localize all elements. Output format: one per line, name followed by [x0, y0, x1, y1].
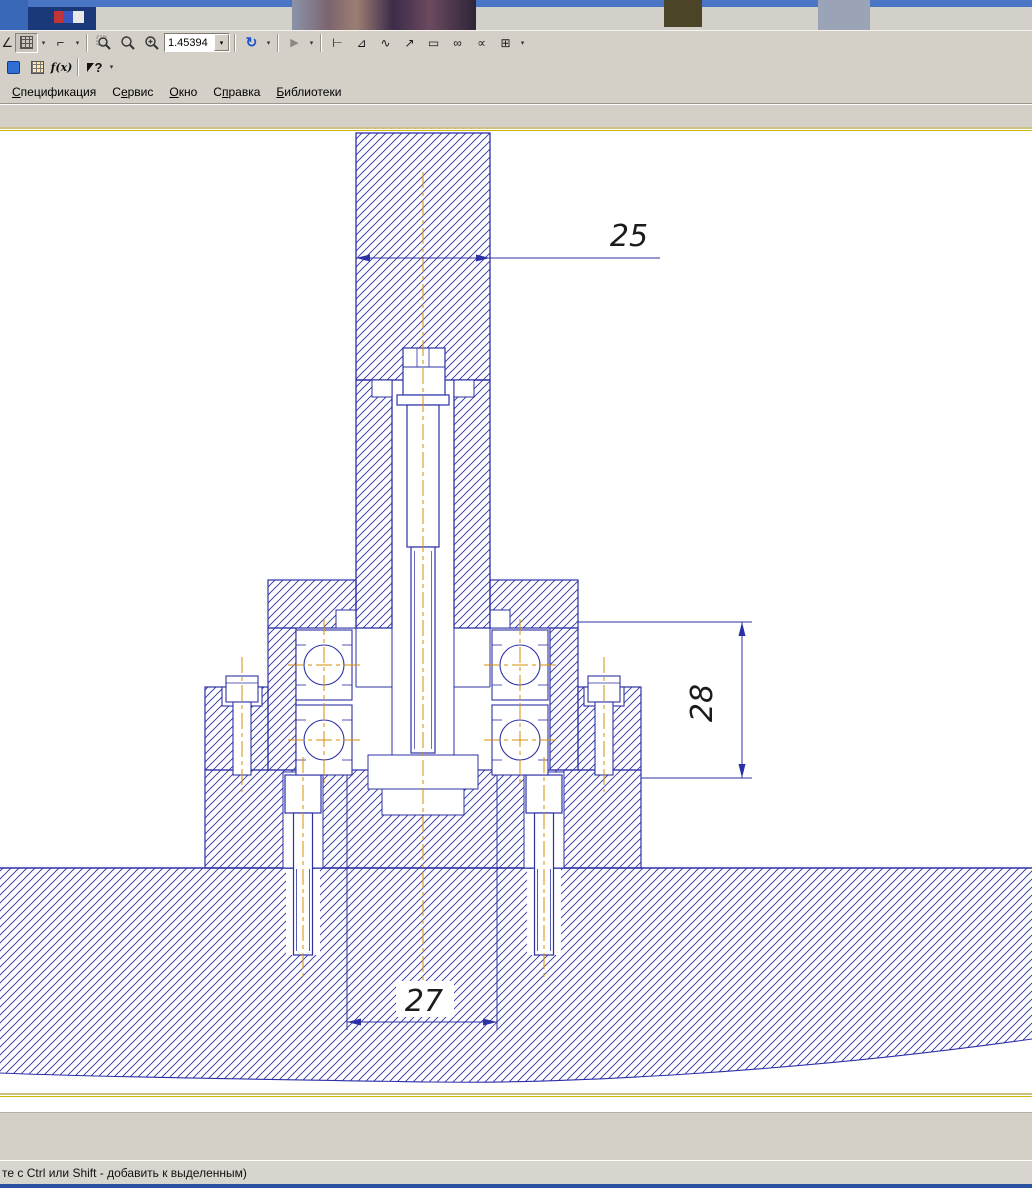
panel-gap: [0, 1112, 1032, 1160]
titlebar-artifact: [292, 0, 476, 30]
titlebar-edge: [0, 0, 1032, 7]
toolbar-overflow-dropdown[interactable]: ▾: [107, 63, 116, 71]
base-plate: [0, 867, 1032, 1083]
document-icon: [7, 60, 20, 74]
toolbar-separator: [277, 33, 279, 52]
measure-toolbar-group: ⊢ ⊿ ∿ ↗ ▭ ∞ ∝ ⊞: [326, 33, 517, 53]
help-cursor-icon: [86, 62, 94, 72]
zoom-frame-button[interactable]: [92, 33, 115, 53]
toolbar-separator: [86, 33, 88, 52]
titlebar-artifact: [664, 0, 702, 27]
menubar: Спецификация Сервис Окно Справка Библиот…: [0, 80, 1032, 104]
menu-item-help[interactable]: Справка: [205, 82, 268, 102]
titlebar-artifact: [0, 0, 28, 30]
refresh-dropdown[interactable]: ▾: [264, 39, 273, 47]
zoom-in-button[interactable]: [140, 33, 163, 53]
measure-angle-icon[interactable]: ⊿: [350, 33, 373, 53]
find-icon[interactable]: ∞: [446, 33, 469, 53]
fx-icon: f(x): [50, 60, 73, 74]
refresh-icon: ↻: [245, 34, 258, 50]
application-window: ∠ ▾ ⌐ ▾ 1.45394 ▾ ↻ ▾ ▶ ▾ ⊢ ⊿ ∿ ↗ ▭ ∞ ∝ …: [0, 0, 1032, 1188]
zoom-area-button[interactable]: [116, 33, 139, 53]
taskbar-edge: [0, 1184, 1032, 1188]
dimension-28-label: 28: [685, 684, 720, 722]
catalog-icon: [31, 60, 44, 74]
menu-item-specification[interactable]: Спецификация: [4, 82, 104, 102]
ortho-dropdown[interactable]: ▾: [73, 39, 82, 47]
titlebar: [0, 0, 1032, 30]
canvas-margin-top: [0, 104, 1032, 127]
grid-toggle-button[interactable]: [15, 32, 38, 53]
menu-item-service[interactable]: Сервис: [104, 82, 161, 102]
question-icon: ?: [94, 59, 103, 75]
toolbar-view: ∠ ▾ ⌐ ▾ 1.45394 ▾ ↻ ▾ ▶ ▾ ⊢ ⊿ ∿ ↗ ▭ ∞ ∝ …: [0, 30, 1032, 54]
measure-distance-icon[interactable]: ⊢: [326, 33, 349, 53]
measure-area-icon[interactable]: ▭: [422, 33, 445, 53]
drawing-viewport: 25 28 27: [0, 127, 1032, 1100]
toolbar-separator: [77, 58, 79, 76]
selection-arrow-icon: ▶: [290, 37, 299, 49]
zoom-in-icon: [144, 35, 159, 50]
ortho-button[interactable]: ⌐: [49, 33, 72, 53]
statusbar-message: те с Ctrl или Shift - добавить к выделен…: [2, 1165, 247, 1180]
zoom-area-icon: [120, 35, 135, 50]
menu-item-libraries[interactable]: Библиотеки: [268, 82, 349, 102]
refresh-button[interactable]: ↻: [240, 33, 263, 53]
corner-tool-icon: ∠: [2, 34, 13, 50]
drawing-canvas[interactable]: 25 28 27: [0, 127, 1032, 1100]
context-help-button[interactable]: ?: [83, 57, 106, 77]
catalog-button[interactable]: [26, 57, 49, 77]
zoom-scale-combobox[interactable]: 1.45394 ▾: [164, 33, 230, 52]
selection-arrow-button[interactable]: ▶: [283, 33, 306, 53]
dimension-25-label: 25: [610, 219, 648, 254]
document-button[interactable]: [2, 57, 25, 77]
fx-variables-button[interactable]: f(x): [50, 57, 73, 77]
toolbar-separator: [234, 33, 236, 52]
corner-tool-button[interactable]: ∠: [2, 33, 14, 53]
selection-arrow-dropdown[interactable]: ▾: [307, 39, 316, 47]
toolbar-overflow-dropdown[interactable]: ▾: [518, 39, 527, 47]
titlebar-artifact: [818, 0, 870, 30]
canvas-margin-bottom: [0, 1100, 1032, 1112]
measure-node-icon[interactable]: ↗: [398, 33, 421, 53]
ortho-icon: ⌐: [56, 35, 65, 50]
dimension-27-label: 27: [405, 984, 443, 1019]
toolbar-standard: f(x) ? ▾: [0, 54, 1032, 80]
zoom-scale-value: 1.45394: [168, 36, 208, 49]
titlebar-artifact: [54, 11, 84, 23]
toolbar-separator: [320, 33, 322, 52]
statusbar: те с Ctrl или Shift - добавить к выделен…: [0, 1160, 1032, 1184]
measure-curve-icon[interactable]: ∿: [374, 33, 397, 53]
report-table-icon[interactable]: ⊞: [494, 33, 517, 53]
grid-icon: [20, 36, 33, 49]
zoom-scale-dropdown[interactable]: ▾: [214, 34, 229, 51]
find-in-doc-icon[interactable]: ∝: [470, 33, 493, 53]
grid-dropdown[interactable]: ▾: [39, 39, 48, 47]
menu-item-window[interactable]: Окно: [161, 82, 205, 102]
zoom-frame-icon: [96, 35, 111, 50]
